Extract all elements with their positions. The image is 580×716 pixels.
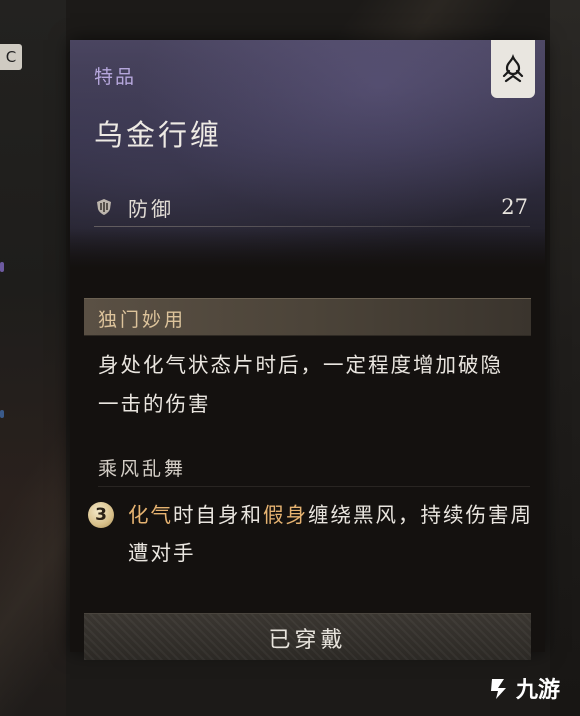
stat-row-defense: 防御 27 bbox=[94, 192, 534, 222]
set-bonus-text: 化气时自身和假身缠绕黑风，持续伤害周遭对手 bbox=[128, 496, 533, 572]
unique-effect-title: 独门妙用 bbox=[98, 309, 187, 331]
item-header bbox=[70, 40, 545, 268]
item-grade: 特品 bbox=[94, 66, 137, 88]
site-watermark: 九游 bbox=[486, 672, 560, 704]
divider bbox=[94, 226, 530, 227]
side-marker bbox=[0, 410, 4, 418]
set-bonus-keyword: 化气 bbox=[128, 503, 173, 527]
stat-value: 27 bbox=[501, 195, 528, 219]
unique-effect-text: 身处化气状态片时后，一定程度增加破隐一击的伤害 bbox=[98, 353, 503, 416]
set-bonus-name: 乘风乱舞 bbox=[98, 458, 187, 480]
item-name: 乌金行缠 bbox=[94, 118, 223, 152]
unique-effect-header: 独门妙用 bbox=[84, 298, 531, 336]
item-tooltip-panel: 特品 乌金行缠 防御 27 独门妙用 身处化气状态片时后，一定程度增加破隐一击的… bbox=[70, 40, 545, 660]
set-tier-badge: 3 bbox=[88, 502, 114, 528]
flame-emblem-icon bbox=[491, 40, 535, 98]
background-right bbox=[550, 0, 580, 716]
watermark-text: 九游 bbox=[515, 678, 560, 703]
stat-label: 防御 bbox=[128, 196, 174, 221]
set-bonus-keyword: 假身 bbox=[263, 503, 308, 527]
equip-status-button[interactable]: 已穿戴 bbox=[84, 613, 531, 660]
set-bonus-segment: 时自身和 bbox=[173, 503, 263, 527]
equip-status-label: 已穿戴 bbox=[268, 628, 347, 653]
watermark-logo-icon bbox=[490, 679, 506, 699]
side-marker bbox=[0, 262, 4, 272]
key-hint-badge: C bbox=[0, 44, 22, 70]
divider bbox=[98, 486, 530, 487]
shield-icon bbox=[94, 197, 114, 217]
